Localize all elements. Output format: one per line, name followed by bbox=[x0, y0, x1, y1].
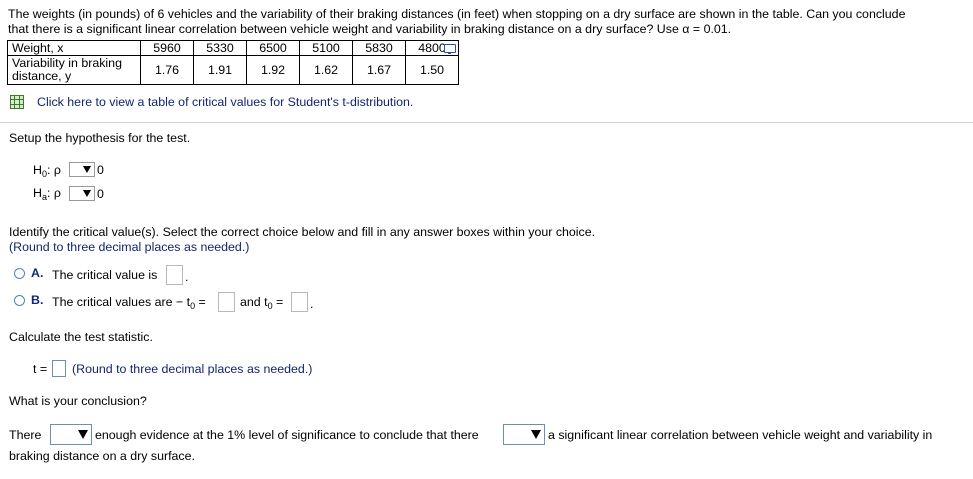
option-b-mid: and t0 = bbox=[240, 295, 284, 311]
conclusion-middle: enough evidence at the 1% level of signi… bbox=[95, 428, 479, 442]
table-row: Weight, x 5960 5330 6500 5100 5830 4800 bbox=[7, 40, 459, 56]
option-a-radio[interactable] bbox=[14, 268, 25, 279]
weight-cell: 5960 bbox=[140, 40, 194, 56]
conclusion-end: a significant linear correlation between… bbox=[548, 428, 933, 442]
weight-cell: 5100 bbox=[299, 40, 353, 56]
hypothesis-prompt: Setup the hypothesis for the test. bbox=[9, 131, 191, 145]
variability-cell: 1.76 bbox=[140, 55, 194, 85]
h0-label: H0: ρ bbox=[33, 163, 61, 179]
negative-critical-input[interactable] bbox=[218, 292, 235, 312]
variability-cell: 1.62 bbox=[299, 55, 353, 85]
period: . bbox=[310, 297, 314, 311]
critical-round-note: (Round to three decimal places as needed… bbox=[9, 240, 250, 254]
critical-prompt: Identify the critical value(s). Select t… bbox=[9, 225, 596, 239]
table-grid-icon[interactable] bbox=[10, 95, 24, 109]
weight-cell: 5830 bbox=[352, 40, 406, 56]
variability-cell: 1.67 bbox=[352, 55, 406, 85]
table-row: Variability in braking distance, y 1.76 … bbox=[7, 55, 459, 85]
ha-label: Ha: ρ bbox=[33, 186, 61, 202]
weight-cell: 5330 bbox=[193, 40, 247, 56]
section-divider bbox=[0, 122, 973, 123]
statistic-round-note: (Round to three decimal places as needed… bbox=[72, 362, 313, 376]
problem-statement: The weights (in pounds) of 6 vehicles an… bbox=[8, 7, 968, 37]
period: . bbox=[185, 270, 189, 284]
conclusion-line2: braking distance on a dry surface. bbox=[9, 449, 195, 463]
weight-cell: 6500 bbox=[246, 40, 300, 56]
conclusion-there: There bbox=[9, 428, 42, 442]
h0-operator-select[interactable] bbox=[69, 162, 95, 177]
weight-label: Weight, x bbox=[7, 40, 141, 56]
option-b-text: The critical values are − t0 = bbox=[52, 295, 206, 311]
variability-cell: 1.50 bbox=[405, 55, 459, 85]
h0-value: 0 bbox=[97, 163, 104, 177]
critical-values-link[interactable]: Click here to view a table of critical v… bbox=[37, 95, 413, 109]
evidence-select[interactable] bbox=[50, 424, 92, 445]
variability-cell: 1.91 bbox=[193, 55, 247, 85]
data-table: Weight, x 5960 5330 6500 5100 5830 4800 … bbox=[7, 40, 459, 85]
option-a-text: The critical value is bbox=[52, 268, 158, 282]
variability-label: Variability in braking distance, y bbox=[7, 55, 141, 85]
statistic-prompt: Calculate the test statistic. bbox=[9, 330, 153, 344]
option-b-radio[interactable] bbox=[14, 295, 25, 306]
ha-operator-select[interactable] bbox=[69, 186, 95, 201]
positive-critical-input[interactable] bbox=[291, 292, 308, 312]
option-a-letter: A. bbox=[31, 266, 44, 280]
ha-value: 0 bbox=[97, 187, 104, 201]
conclusion-prompt: What is your conclusion? bbox=[9, 394, 147, 408]
problem-line-2: that there is a significant linear corre… bbox=[8, 22, 732, 36]
problem-line-1: The weights (in pounds) of 6 vehicles an… bbox=[8, 7, 906, 21]
variability-cell: 1.92 bbox=[246, 55, 300, 85]
copy-table-icon[interactable] bbox=[444, 44, 456, 54]
t-label: t = bbox=[33, 362, 48, 376]
test-statistic-input[interactable] bbox=[52, 360, 66, 377]
correlation-select[interactable] bbox=[503, 424, 545, 445]
critical-value-input[interactable] bbox=[166, 265, 183, 285]
option-b-letter: B. bbox=[31, 293, 44, 307]
